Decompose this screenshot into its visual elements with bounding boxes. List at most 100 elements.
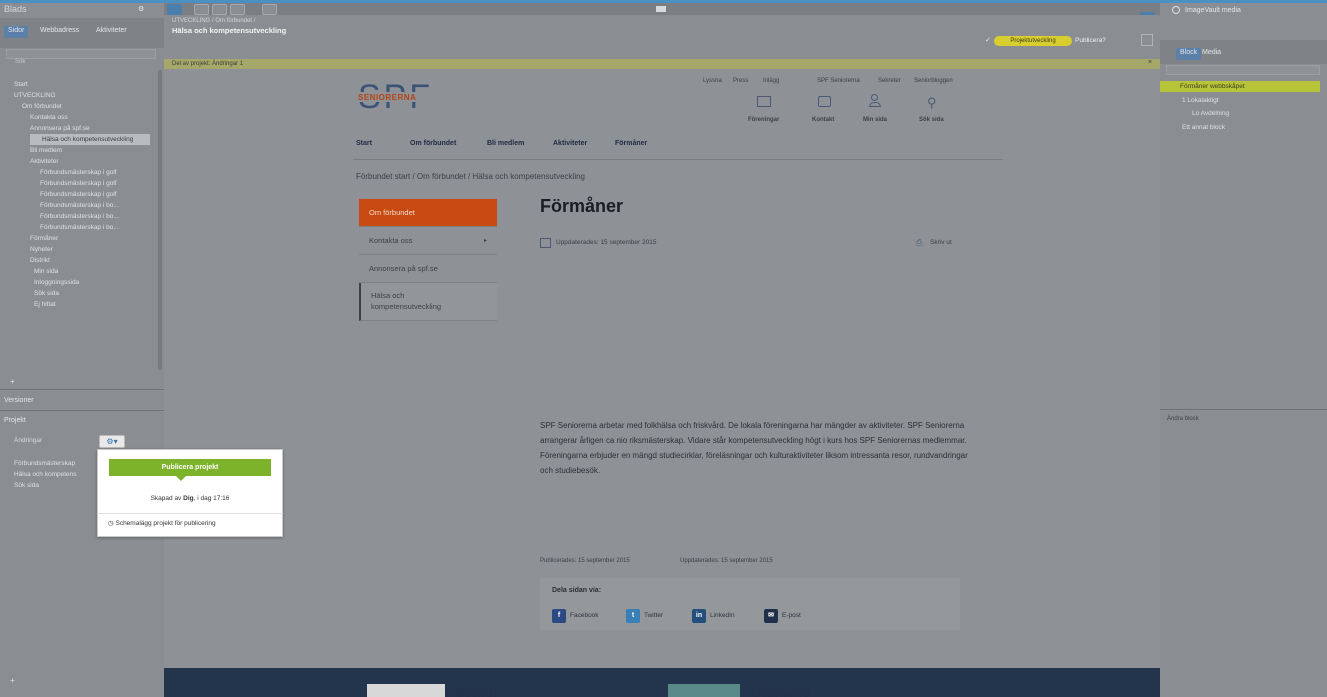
tree-item[interactable]: Förbundsmästerskap i golf bbox=[40, 178, 148, 189]
project-options-button[interactable]: ⚙▾ bbox=[99, 435, 125, 448]
tree-item[interactable]: Kontakta oss bbox=[30, 112, 68, 123]
spf-logo[interactable]: SPF SENIORERNA bbox=[358, 77, 448, 121]
button-arrow bbox=[176, 476, 186, 481]
tree-item[interactable]: Ej hittat bbox=[34, 299, 56, 310]
tree-item[interactable]: Nyheter bbox=[30, 244, 53, 255]
menu-activities[interactable]: Aktiviteter bbox=[553, 140, 587, 147]
pin-icon[interactable] bbox=[1172, 6, 1180, 14]
tree-item[interactable]: Om förbundet bbox=[22, 101, 62, 112]
pin-icon[interactable]: ⚙ bbox=[138, 5, 144, 13]
print-icon[interactable]: ⎙ bbox=[916, 238, 922, 248]
email-icon[interactable]: ✉ bbox=[764, 609, 778, 623]
share-email[interactable]: E-post bbox=[782, 612, 801, 619]
top-link[interactable]: SPF Seniorerna bbox=[817, 78, 860, 84]
publish-project-button[interactable]: Publicera projekt bbox=[109, 459, 271, 476]
sidebar-item-about[interactable]: Om förbundet bbox=[359, 199, 497, 227]
linkedin-icon[interactable]: in bbox=[692, 609, 706, 623]
project-dropdown[interactable]: Ändringar bbox=[14, 437, 42, 444]
add-icon[interactable] bbox=[194, 4, 209, 15]
header-breadcrumb[interactable]: UTVECKLING / Om förbundet / bbox=[172, 18, 255, 24]
top-link[interactable]: Inlägg bbox=[763, 78, 779, 84]
asset-search-input[interactable] bbox=[1166, 65, 1320, 75]
tree-item[interactable]: Förbundsmästerskap i bo... bbox=[40, 222, 148, 233]
associations-icon[interactable] bbox=[757, 96, 771, 107]
site-breadcrumb[interactable]: Förbundet start / Om förbundet / Hälsa o… bbox=[356, 172, 585, 181]
schedule-link[interactable]: ◷ Schemalägg projekt för publicering bbox=[108, 519, 216, 527]
tree-item[interactable]: Sök sida bbox=[34, 288, 59, 299]
tree-item[interactable]: Distrikt bbox=[30, 255, 50, 266]
project-item[interactable]: Förbundsmästerskap bbox=[14, 458, 94, 469]
tree-item[interactable]: Förbundsmästerskap i bo... bbox=[40, 200, 148, 211]
menu-icon[interactable] bbox=[1141, 34, 1153, 46]
icon-label[interactable]: Kontakt bbox=[812, 117, 834, 123]
menu-benefits[interactable]: Förmåner bbox=[615, 140, 647, 147]
asset-tree-item[interactable]: Lo Avdelning bbox=[1182, 108, 1229, 119]
print-link[interactable]: Skriv ut bbox=[930, 239, 952, 246]
tab-media[interactable]: Media bbox=[1198, 48, 1225, 60]
preview-icon[interactable] bbox=[212, 4, 227, 15]
tree-item[interactable]: Aktiviteter bbox=[30, 156, 59, 167]
tree-item[interactable]: Bli medlem bbox=[30, 145, 62, 156]
asset-tree-item[interactable]: 1 Lokalaktigt bbox=[1172, 95, 1219, 106]
sidebar-item-advertise[interactable]: Annonsera på spf.se bbox=[359, 255, 497, 283]
asset-tree-item[interactable]: Ett annat block bbox=[1172, 122, 1225, 133]
projects-section[interactable]: Projekt bbox=[0, 414, 26, 428]
add-icon[interactable]: + bbox=[10, 377, 15, 386]
edit-mode-icon[interactable] bbox=[167, 4, 182, 15]
tree-item[interactable]: Förmåner bbox=[30, 233, 58, 244]
tree-item[interactable]: Start bbox=[14, 79, 28, 90]
tree-item[interactable]: Förbundsmästerskap i golf bbox=[40, 167, 148, 178]
tab-pages[interactable]: Sidor bbox=[4, 26, 29, 38]
close-icon[interactable]: × bbox=[1148, 59, 1152, 66]
project-notice-text[interactable]: Del av projekt: Ändringar 1 bbox=[172, 59, 243, 69]
tree-item[interactable]: Min sida bbox=[34, 266, 58, 277]
top-link[interactable]: Seniorbloggen bbox=[914, 78, 953, 84]
partner-image[interactable] bbox=[668, 684, 740, 697]
twitter-icon[interactable]: t bbox=[626, 609, 640, 623]
tab-web-address[interactable]: Webbadress bbox=[36, 26, 83, 38]
icon-label[interactable]: Föreningar bbox=[748, 117, 779, 123]
tree-scrollbar[interactable] bbox=[158, 70, 162, 370]
top-link[interactable]: Sekreter bbox=[878, 78, 901, 84]
project-item[interactable]: Hälsa och kompetens bbox=[14, 469, 94, 480]
tree-item[interactable]: UTVECKLING bbox=[14, 90, 56, 101]
tree-item[interactable]: Förbundsmästerskap i bo... bbox=[40, 211, 148, 222]
sidebar-item-health[interactable]: Hälsa och kompetensutveckling bbox=[359, 283, 497, 321]
share-facebook[interactable]: Facebook bbox=[570, 612, 599, 619]
search-icon[interactable]: ⚲ bbox=[927, 95, 937, 111]
versions-section[interactable]: Versioner bbox=[0, 394, 34, 408]
compare-icon[interactable] bbox=[230, 4, 245, 15]
contact-icon[interactable] bbox=[818, 96, 831, 107]
publish-link[interactable]: Publicera? bbox=[1075, 36, 1106, 46]
share-linkedin[interactable]: LinkedIn bbox=[710, 612, 735, 619]
partner-logo[interactable] bbox=[367, 684, 445, 697]
facebook-icon[interactable]: f bbox=[552, 609, 566, 623]
icon-label[interactable]: Min sida bbox=[863, 117, 887, 123]
page-tree-search-input[interactable]: Sök bbox=[6, 49, 156, 65]
icon-label[interactable]: Sök sida bbox=[919, 117, 944, 123]
tree-item[interactable]: Förbundsmästerskap i golf bbox=[40, 189, 148, 200]
project-notice-bar bbox=[164, 59, 1160, 69]
site-footer bbox=[164, 668, 1160, 697]
sidebar-item-contact[interactable]: Kontakta oss ▸ bbox=[359, 227, 497, 255]
tree-item[interactable]: Inloggningssida bbox=[34, 277, 79, 288]
tab-activities[interactable]: Aktiviteter bbox=[92, 26, 131, 38]
tree-item-selected[interactable]: Hälsa och kompetensutveckling bbox=[30, 134, 150, 145]
menu-become-member[interactable]: Bli medlem bbox=[487, 140, 524, 147]
add-icon[interactable]: + bbox=[10, 676, 15, 685]
collapse-icon[interactable] bbox=[656, 6, 666, 12]
right-panel-title[interactable]: ImageVault media bbox=[1185, 7, 1241, 14]
top-link[interactable]: Press bbox=[733, 78, 748, 84]
user-icon[interactable] bbox=[869, 94, 881, 108]
footer-ad-right[interactable]: Dångelle bbox=[752, 684, 810, 697]
device-icon[interactable] bbox=[262, 4, 277, 15]
menu-about[interactable]: Om förbundet bbox=[410, 140, 456, 147]
project-item[interactable]: Sök sida bbox=[14, 480, 94, 491]
footer-ad-left[interactable]: Senior bbox=[455, 684, 499, 697]
menu-start[interactable]: Start bbox=[356, 140, 372, 147]
tree-item[interactable]: Annonsera på spf.se bbox=[30, 123, 90, 134]
asset-tree-item-selected[interactable]: Förmåner webbskåpet bbox=[1160, 81, 1320, 92]
share-twitter[interactable]: Twitter bbox=[644, 612, 663, 619]
block-section-label[interactable]: Ändra block bbox=[1167, 416, 1199, 422]
top-link[interactable]: Lyssna bbox=[703, 78, 722, 84]
